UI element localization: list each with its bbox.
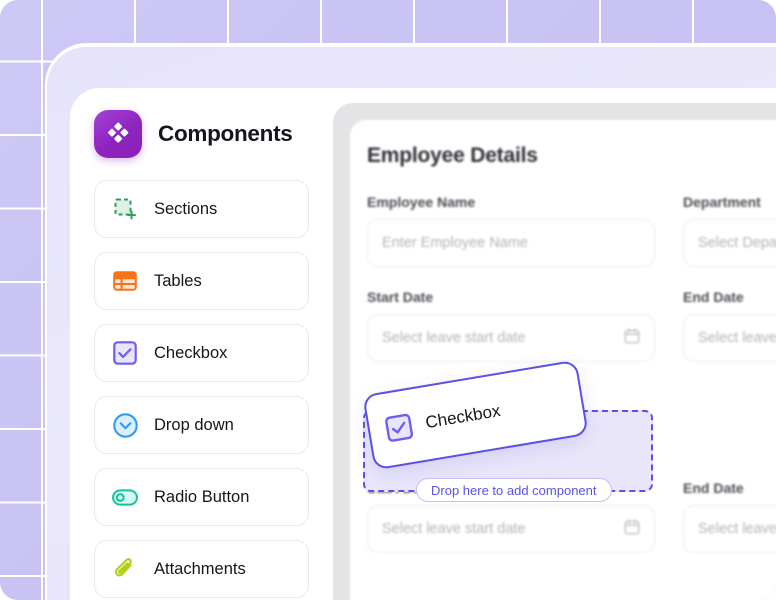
sidebar-item-attachments[interactable]: Attachments (94, 540, 309, 598)
field-end-date: End Date Select leave end date (683, 289, 776, 362)
field-label: Start Date (367, 289, 434, 305)
start-date-input[interactable]: Select leave start date (367, 314, 655, 362)
field-label: Employee Name (367, 194, 476, 210)
department-select[interactable]: Select Department (683, 219, 776, 267)
screenshot-root: Components Sections Tables Checkbox Drop… (0, 0, 776, 600)
sidebar-item-tables[interactable]: Tables (94, 252, 309, 310)
field-department: Department Select Department (683, 194, 776, 267)
app-window: Components Sections Tables Checkbox Drop… (70, 88, 776, 600)
field-end-date-2: End Date Select leave end date (683, 480, 776, 553)
sidebar-item-label: Tables (154, 271, 202, 290)
checkbox-checked-icon (384, 413, 414, 443)
dashed-section-plus-icon (112, 196, 138, 222)
calendar-icon[interactable] (624, 519, 640, 539)
checkbox-checked-icon (112, 340, 138, 366)
sidebar-item-label: Drop down (154, 415, 234, 434)
paperclip-icon (112, 556, 138, 582)
input-placeholder: Enter Employee Name (382, 235, 528, 251)
sidebar-item-drop-down[interactable]: Drop down (94, 396, 309, 454)
form-title: Employee Details (367, 144, 538, 167)
sidebar-item-label: Radio Button (154, 487, 250, 506)
sidebar-item-label: Attachments (154, 559, 246, 578)
page-title: Components (158, 121, 293, 146)
brand-header: Components (70, 88, 333, 158)
field-row: Start Date Select leave start date (367, 289, 776, 362)
canvas-frame: Employee Details Employee Name Enter Emp… (333, 103, 776, 600)
field-employee-name: Employee Name Enter Employee Name (367, 194, 655, 267)
table-grid-icon (112, 268, 138, 294)
input-placeholder: Select leave end date (698, 521, 776, 537)
sidebar-item-checkbox[interactable]: Checkbox (94, 324, 309, 382)
input-placeholder: Select leave start date (382, 330, 526, 346)
form-canvas: Employee Details Employee Name Enter Emp… (350, 120, 776, 600)
toggle-switch-icon (112, 484, 138, 510)
start-date-input-2[interactable]: Select leave start date (367, 505, 655, 553)
field-label: End Date (683, 289, 744, 305)
sidebar-item-sections[interactable]: Sections (94, 180, 309, 238)
field-row: Employee Name Enter Employee Name Depart… (367, 194, 776, 267)
sidebar-item-label: Checkbox (154, 343, 228, 362)
end-date-input[interactable]: Select leave end date (683, 314, 776, 362)
input-placeholder: Select Department (698, 235, 776, 251)
chevron-down-circle-icon (112, 412, 138, 438)
end-date-input-2[interactable]: Select leave end date (683, 505, 776, 553)
sidebar-item-label: Sections (154, 199, 218, 218)
four-diamonds-logo-icon (94, 110, 142, 158)
drop-hint-pill: Drop here to add component (416, 478, 612, 502)
input-placeholder: Select leave start date (382, 521, 526, 537)
dragged-component-label: Checkbox (424, 400, 502, 433)
field-label: Department (683, 194, 761, 210)
employee-name-input[interactable]: Enter Employee Name (367, 219, 655, 267)
component-list: Sections Tables Checkbox Drop down Radio… (70, 180, 333, 598)
field-start-date: Start Date Select leave start date (367, 289, 655, 362)
input-placeholder: Select leave end date (698, 330, 776, 346)
field-label: End Date (683, 480, 744, 496)
calendar-icon[interactable] (624, 328, 640, 348)
components-sidebar: Components Sections Tables Checkbox Drop… (70, 88, 333, 600)
sidebar-item-radio-button[interactable]: Radio Button (94, 468, 309, 526)
